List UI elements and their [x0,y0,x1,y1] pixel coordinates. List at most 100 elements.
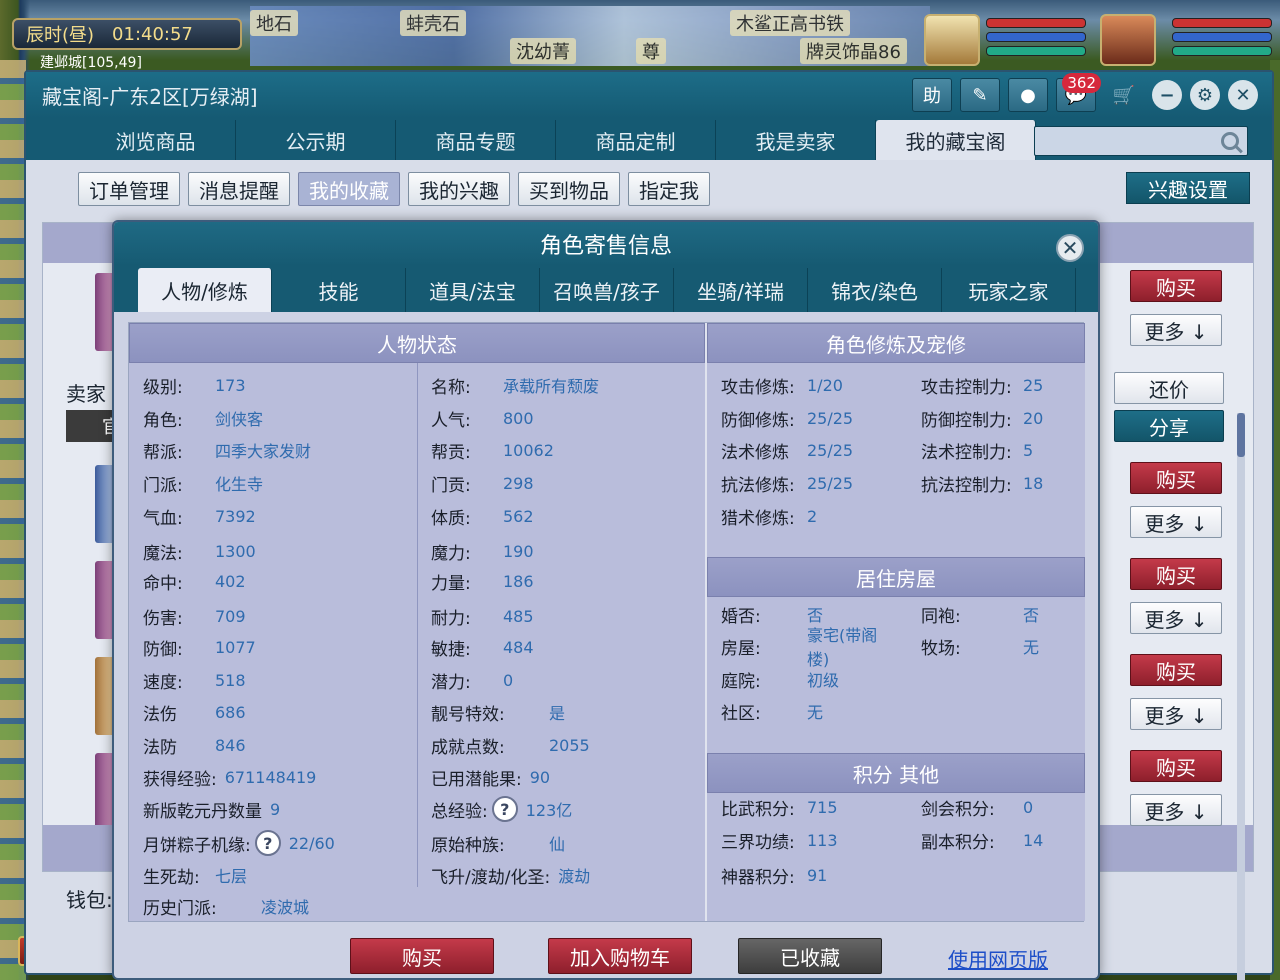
more-button[interactable]: 更多 ↓ [1130,314,1222,346]
nav-tab-my-pavilion[interactable]: 我的藏宝阁 [876,120,1036,160]
tab-purchased[interactable]: 买到物品 [518,172,620,206]
status-value: 90 [529,767,551,787]
status-row: 成就点数: 2055 [431,730,590,760]
status-key: 角色: [143,410,183,431]
banner-text: 地石 [250,10,298,36]
more-button[interactable]: 更多 ↓ [1130,506,1222,538]
location-coords: 建邺城[105,49] [40,55,142,70]
status-key: 月饼粽子机缘: [143,835,251,856]
stat-key: 神器积分: [721,867,795,888]
help-button[interactable]: 助 [912,78,952,112]
more-button[interactable]: 更多 ↓ [1130,794,1222,826]
buy-button[interactable]: 购买 [1130,558,1222,590]
tab-skills[interactable]: 技能 [272,268,406,312]
stat-cell: 猎术修炼: [721,501,821,531]
add-to-cart-button[interactable]: 加入购物车 [548,938,692,974]
status-row: 门贡: 298 [431,468,534,498]
tab-mounts[interactable]: 坐骑/祥瑞 [674,268,808,312]
web-version-link[interactable]: 使用网页版 [948,944,1048,973]
stat-cell: 法术修炼 [721,435,821,465]
tab-pets[interactable]: 召唤兽/孩子 [540,268,674,312]
stat-value: 1/20 [807,375,843,395]
search-input[interactable] [1034,126,1248,156]
stat-cell: 攻击修炼: [721,370,821,400]
status-row: 人气: 800 [431,403,534,433]
stat-key: 法术控制力: [921,442,1012,463]
seller-label: 卖家 [66,382,106,406]
nav-tab-public[interactable]: 公示期 [236,120,396,160]
status-value: 七层 [215,867,248,886]
favorited-button[interactable]: 已收藏 [738,938,882,974]
tab-orders[interactable]: 订单管理 [78,172,180,206]
tab-outfits[interactable]: 锦衣/染色 [808,268,942,312]
stat-cell [921,696,1031,726]
more-button[interactable]: 更多 ↓ [1130,602,1222,634]
nav-tab-topics[interactable]: 商品专题 [396,120,556,160]
status-key: 速度: [143,672,183,693]
help-icon[interactable]: ? [491,796,518,822]
status-key: 新版乾元丹数量 [143,801,262,822]
more-button[interactable]: 更多 ↓ [1130,698,1222,730]
status-key: 已用潜能果: [431,769,522,790]
status-row: 力量: 186 [431,566,534,596]
pen-icon[interactable]: ✎ [960,78,1000,112]
status-value: 1077 [215,637,256,657]
stat-value: 25/25 [807,473,854,493]
status-value: 846 [215,735,246,755]
nav-tab-seller[interactable]: 我是卖家 [716,120,876,160]
tab-character[interactable]: 人物/修炼 [138,268,272,312]
stop-icon[interactable]: ● [1008,78,1048,112]
tab-favorites[interactable]: 我的收藏 [298,172,400,206]
status-key: 级别: [143,377,183,398]
buy-button[interactable]: 购买 [1130,270,1222,302]
search-icon[interactable] [1221,132,1239,150]
stat-key: 猎术修炼: [721,508,795,529]
status-value: 化生寺 [215,475,264,494]
tab-interests[interactable]: 我的兴趣 [408,172,510,206]
status-row: 潜力: 0 [431,665,513,695]
stat-value: 无 [1023,638,1040,657]
status-key: 人气: [431,410,471,431]
gear-icon[interactable]: ⚙ [1190,80,1220,110]
status-key: 飞升/渡劫/化圣: [431,867,551,888]
tab-player-home[interactable]: 玩家之家 [942,268,1076,312]
interest-settings-button[interactable]: 兴趣设置 [1126,172,1250,204]
cart-icon[interactable]: 🛒 [1104,78,1144,112]
share-button[interactable]: 分享 [1114,410,1224,442]
status-row: 已用潜能果: 90 [431,762,550,792]
player-portrait[interactable] [1100,14,1156,66]
close-icon[interactable]: ✕ [1056,234,1084,262]
status-key: 名称: [431,377,471,398]
stat-key: 比武积分: [721,799,795,820]
stat-cell: 三界功绩: [721,825,821,855]
status-row: 魔力: 190 [431,536,534,566]
stat-cell [1023,501,1073,531]
list-scrollbar[interactable] [1237,413,1245,980]
buy-button[interactable]: 购买 [1130,750,1222,782]
buy-button[interactable]: 购买 [1130,654,1222,686]
help-icon[interactable]: ? [254,830,281,856]
status-value: 四季大家发财 [215,442,312,461]
stat-cell: 20 [1023,403,1073,433]
status-value: 剑侠客 [215,410,264,429]
nav-tab-custom[interactable]: 商品定制 [556,120,716,160]
tab-notifications[interactable]: 消息提醒 [188,172,290,206]
pet-portrait[interactable] [924,14,980,66]
buy-button[interactable]: 购买 [350,938,494,974]
nav-tab-browse[interactable]: 浏览商品 [76,120,236,160]
game-chat-strip [0,60,26,980]
close-icon[interactable]: ✕ [1228,80,1258,110]
buy-button[interactable]: 购买 [1130,462,1222,494]
counter-offer-button[interactable]: 还价 [1114,372,1224,404]
chat-icon[interactable]: 💬 362 [1056,73,1101,112]
tab-designated[interactable]: 指定我 [628,172,710,206]
stat-value: 113 [807,830,838,850]
message-count-badge: 362 [1062,73,1101,93]
clock-time: 01:40:57 [112,23,193,45]
stat-cell: 比武积分: [721,792,821,822]
stat-cell: 防御修炼: [721,403,821,433]
minimize-icon[interactable]: − [1152,80,1182,110]
tab-items[interactable]: 道具/法宝 [406,268,540,312]
stat-value: 20 [1023,408,1044,428]
status-key: 命中: [143,573,183,594]
